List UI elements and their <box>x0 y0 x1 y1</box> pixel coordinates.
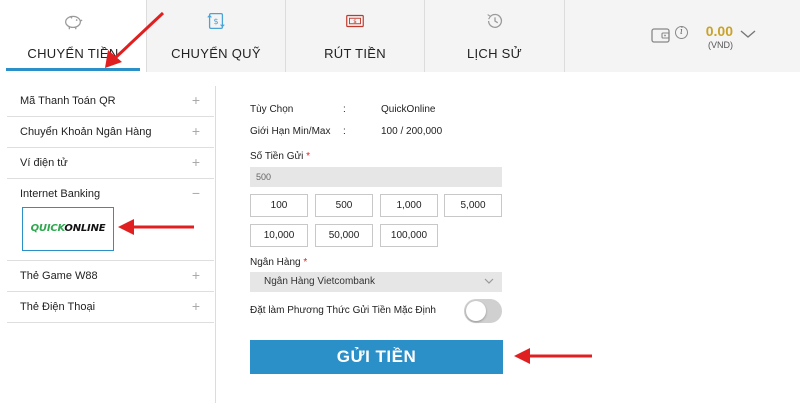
svg-text:$: $ <box>353 19 357 25</box>
tab-chuyen-quy[interactable]: $ CHUYỂN QUỸ <box>147 0 286 72</box>
separator: : <box>343 104 346 115</box>
amount-label: Số Tiền Gửi * <box>250 151 310 162</box>
bank-select[interactable]: Ngân Hàng Vietcombank <box>250 272 502 292</box>
expand-plus-icon[interactable]: + <box>192 154 200 170</box>
default-method-label: Đặt làm Phương Thức Gửi Tiền Mặc Định <box>250 305 436 316</box>
expand-plus-icon[interactable]: + <box>192 298 200 314</box>
sidebar-item-e-wallet[interactable]: Ví điện tử + <box>7 148 214 179</box>
svg-text:$: $ <box>213 16 218 26</box>
withdraw-cash-icon: $ <box>346 14 364 28</box>
top-navigation-bar: CHUYỂN TIỀN $ CHUYỂN QUỸ $ RÚT TIỀN LỊCH… <box>0 0 800 72</box>
tab-lich-su[interactable]: LỊCH SỬ <box>425 0 565 72</box>
chevron-down-icon[interactable] <box>739 28 757 40</box>
tab-chuyen-tien[interactable]: CHUYỂN TIỀN <box>0 0 147 72</box>
piggy-bank-icon <box>65 15 83 30</box>
default-method-toggle[interactable] <box>464 299 502 323</box>
separator: : <box>343 126 346 137</box>
sidebar-item-label: Chuyển Khoản Ngân Hàng <box>20 126 152 138</box>
bank-label: Ngân Hàng * <box>250 257 307 268</box>
toggle-knob <box>466 301 486 321</box>
expand-plus-icon[interactable]: + <box>192 267 200 283</box>
tab-label: RÚT TIỀN <box>324 46 386 61</box>
wallet-balance[interactable]: i 0.00 (VND) <box>565 0 800 72</box>
logo-text-quick: QUICK <box>30 223 65 234</box>
quick-amount-button[interactable]: 1,000 <box>380 194 438 217</box>
tab-rut-tien[interactable]: $ RÚT TIỀN <box>286 0 425 72</box>
balance-currency: (VND) <box>708 40 733 50</box>
sidebar-divider <box>215 86 216 403</box>
balance-amount: 0.00 <box>705 23 733 39</box>
sidebar-item-label: Thẻ Điện Thoại <box>20 301 96 313</box>
collapse-minus-icon[interactable]: − <box>192 185 200 201</box>
tab-label: LỊCH SỬ <box>466 46 523 61</box>
sidebar-item-label: Ví điện tử <box>20 157 68 169</box>
limit-label: Giới Hạn Min/Max <box>250 126 331 137</box>
amount-label-text: Số Tiền Gửi <box>250 151 304 162</box>
history-clock-icon <box>486 13 502 28</box>
sidebar-item-qr[interactable]: Mã Thanh Toán QR + <box>7 86 214 117</box>
amount-input[interactable] <box>250 167 502 187</box>
active-tab-underline <box>6 68 140 71</box>
sidebar-item-game-card[interactable]: Thẻ Game W88 + <box>7 261 214 292</box>
sidebar-item-bank-transfer[interactable]: Chuyển Khoản Ngân Hàng + <box>7 117 214 148</box>
logo-text-online: ONLINE <box>64 223 106 234</box>
sidebar-item-label: Internet Banking <box>20 188 101 200</box>
transfer-money-icon: $ <box>207 13 225 29</box>
tab-label: CHUYỂN QUỸ <box>171 46 261 61</box>
payment-method-sidebar: Mã Thanh Toán QR + Chuyển Khoản Ngân Hàn… <box>7 86 214 403</box>
bank-select-value: Ngân Hàng Vietcombank <box>264 276 375 287</box>
quickonline-method-option[interactable]: QUICKONLINE <box>22 207 114 251</box>
wallet-icon <box>651 28 670 43</box>
expand-plus-icon[interactable]: + <box>192 123 200 139</box>
sidebar-item-label: Thẻ Game W88 <box>20 270 98 282</box>
sidebar-item-phone-card[interactable]: Thẻ Điện Thoại + <box>7 292 214 323</box>
quick-amount-button[interactable]: 10,000 <box>250 224 308 247</box>
option-value: QuickOnline <box>381 104 436 115</box>
required-mark: * <box>303 257 308 268</box>
quick-amount-button[interactable]: 500 <box>315 194 373 217</box>
chevron-down-icon <box>484 278 494 284</box>
expand-plus-icon[interactable]: + <box>192 92 200 108</box>
quick-amount-button[interactable]: 100,000 <box>380 224 438 247</box>
quick-amount-button[interactable]: 50,000 <box>315 224 373 247</box>
annotation-arrow-submit <box>514 348 592 364</box>
tab-label: CHUYỂN TIỀN <box>27 46 119 61</box>
sidebar-item-label: Mã Thanh Toán QR <box>20 95 116 107</box>
quickonline-logo: QUICKONLINE <box>23 208 113 250</box>
quick-amount-button[interactable]: 100 <box>250 194 308 217</box>
submit-deposit-button[interactable]: GỬI TIỀN <box>250 340 503 374</box>
bank-label-text: Ngân Hàng <box>250 257 301 268</box>
quick-amount-button[interactable]: 5,000 <box>444 194 502 217</box>
option-label: Tùy Chọn <box>250 104 294 115</box>
limit-value: 100 / 200,000 <box>381 126 443 137</box>
required-mark: * <box>306 151 311 162</box>
info-icon[interactable]: i <box>675 26 688 39</box>
